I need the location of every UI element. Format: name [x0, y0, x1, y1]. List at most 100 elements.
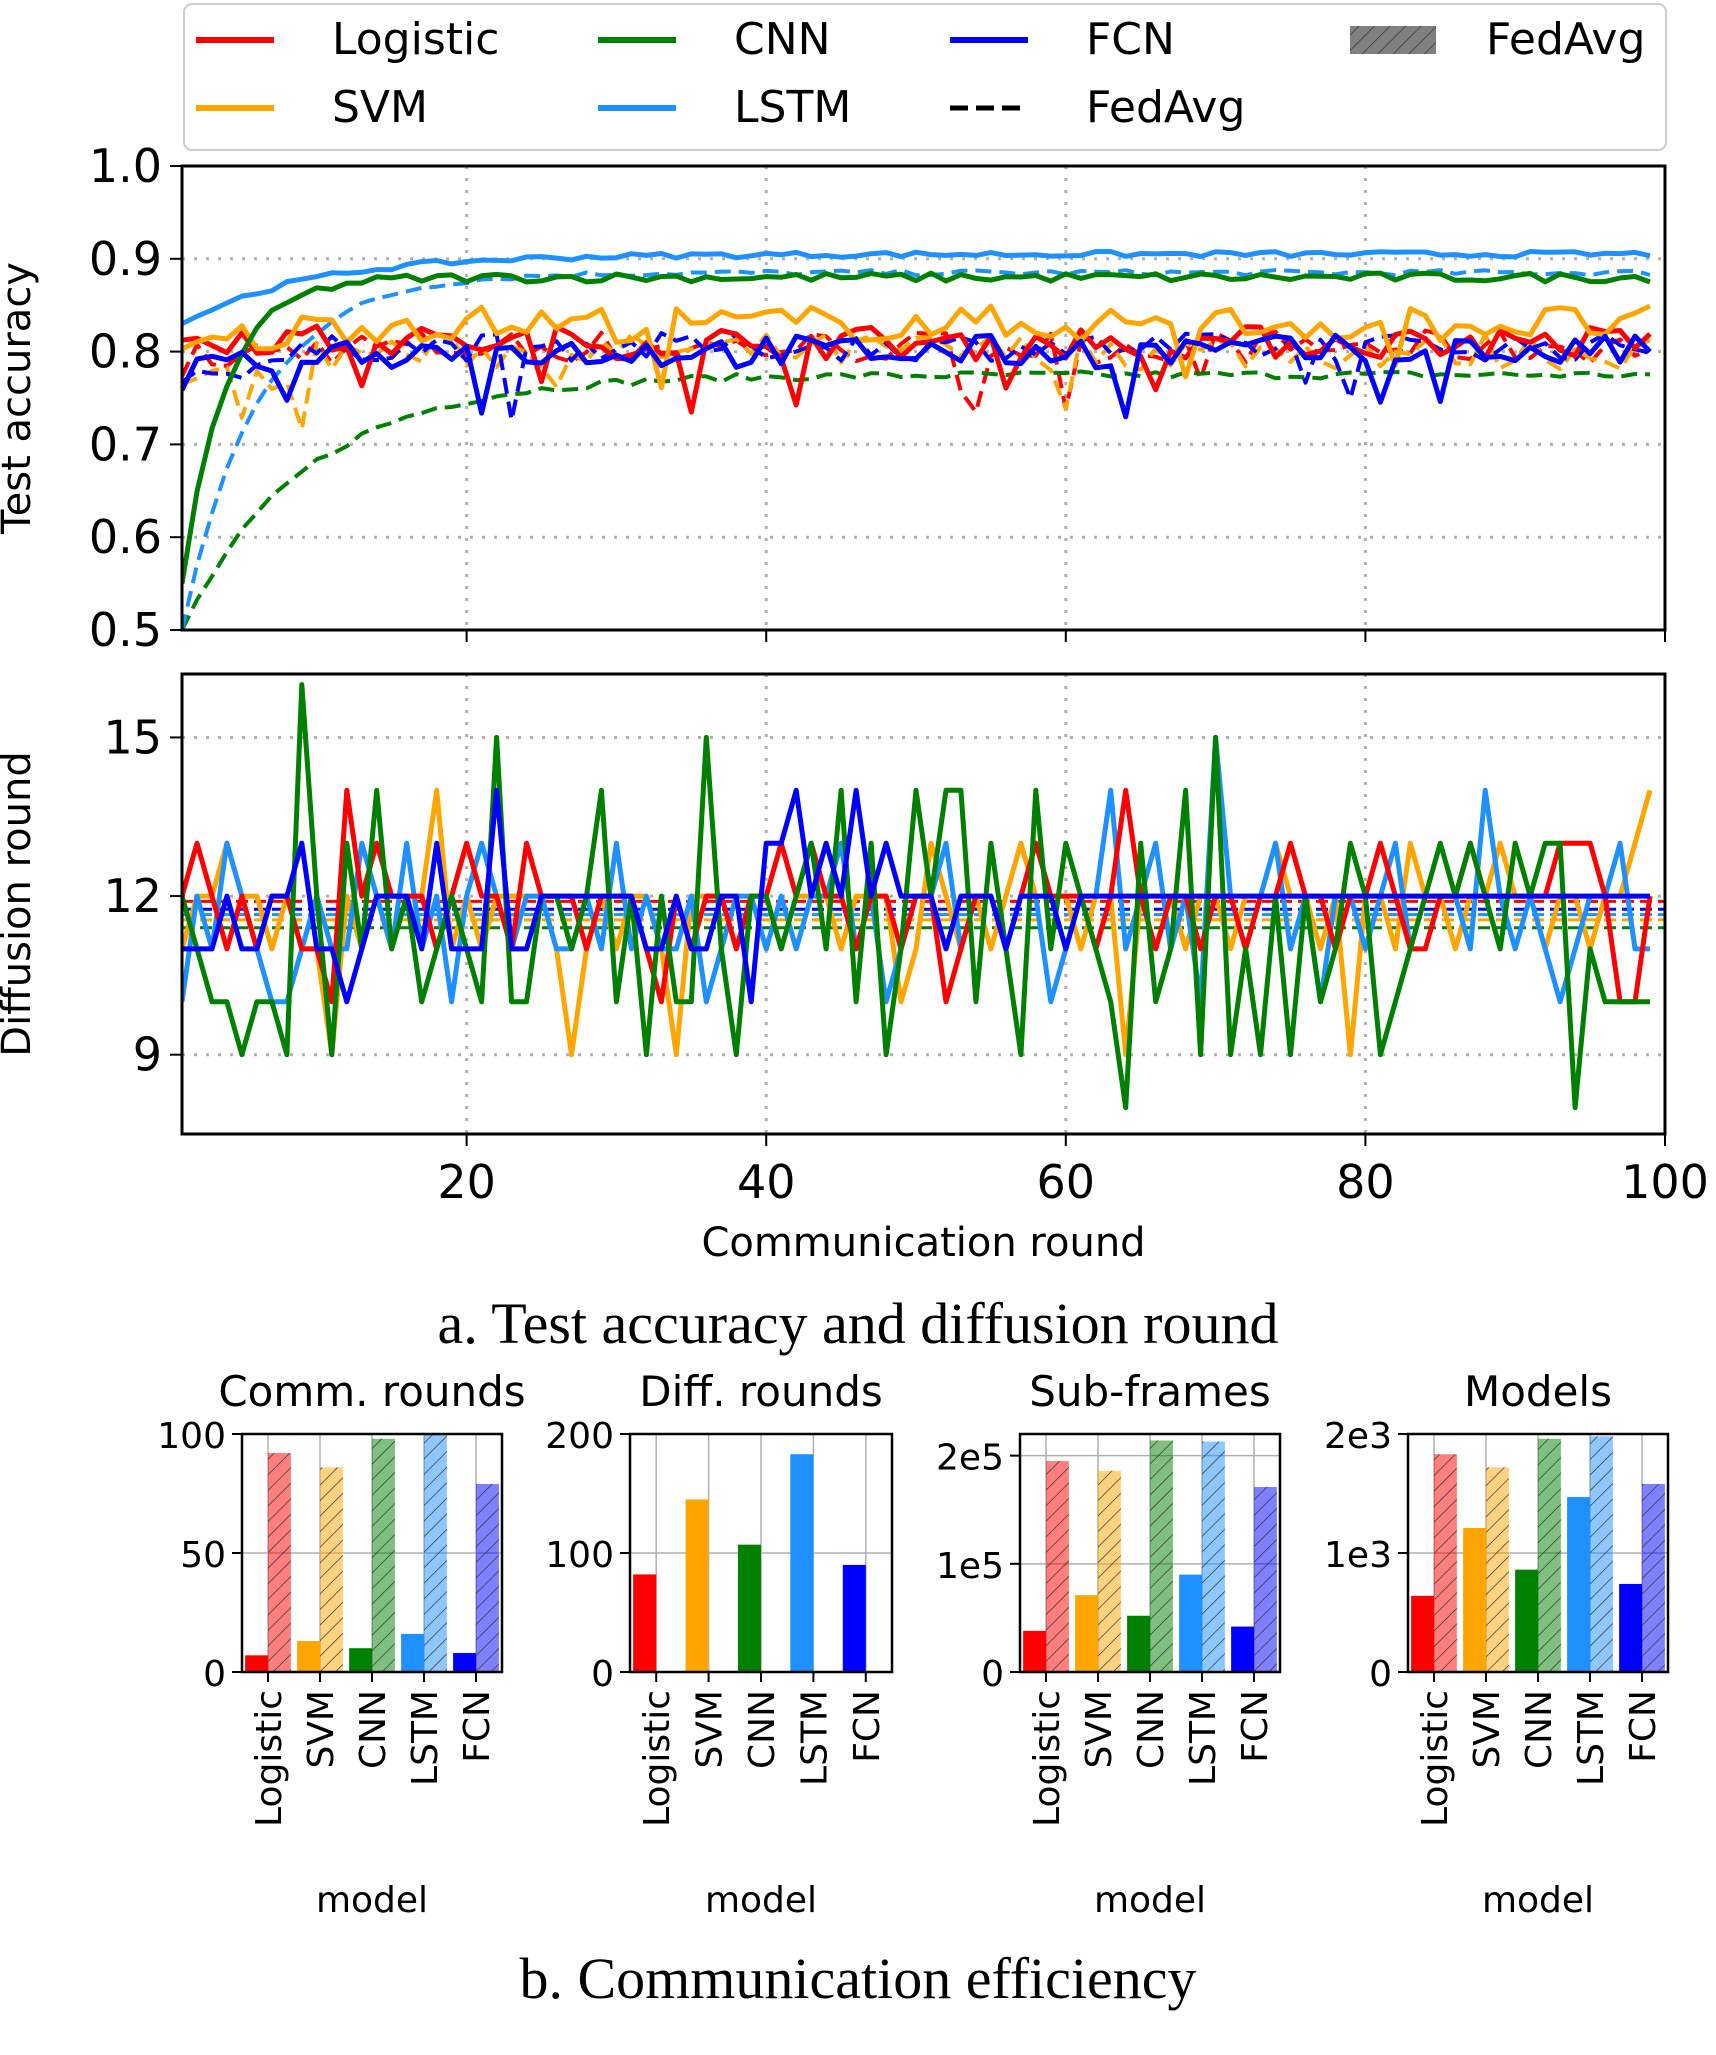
bar-xtick-label-fcn: FCN: [457, 1690, 498, 1763]
bar-fcn: [1619, 1583, 1642, 1672]
legend-logistic-line-label: Logistic: [332, 14, 499, 65]
ytick-label-5: 1.0: [89, 139, 162, 193]
bar-fedavg-hatch-cnn: [372, 1438, 395, 1672]
bar-fedavg-hatch-lstm: [1590, 1436, 1613, 1672]
bar-title: Comm. rounds: [218, 1367, 525, 1416]
bar-ytick-label-1: 100: [545, 1535, 614, 1576]
legend-fedavg-hatch-patch-patch-hatch: [1350, 26, 1436, 54]
bar-lstm: [1567, 1497, 1590, 1672]
bar-chart-diff-rounds: 0 100 200 Logistic SVM CNN LSTM FCN Diff. rounds…: [545, 1367, 894, 1921]
ytick-label-4: 0.9: [89, 232, 162, 286]
series-svm-dashed-line: [182, 332, 1651, 431]
bar-xtick-label-lstm: LSTM: [1571, 1690, 1612, 1786]
bar-ytick-label-1: 50: [180, 1535, 226, 1576]
xtick-label-3: 80: [1336, 1155, 1395, 1209]
bar-xtick-label-svm: SVM: [1467, 1690, 1508, 1769]
ylabel: Test accuracy: [0, 262, 40, 535]
bar-fedavg-hatch-svm: [1098, 1470, 1121, 1672]
bar-ytick-label-2: 200: [545, 1416, 614, 1457]
bar-svm: [1075, 1595, 1098, 1672]
bar-xtick-label-lstm: LSTM: [1183, 1690, 1224, 1786]
bar-fedavg-hatch-fcn: [1254, 1487, 1277, 1672]
bar-xtick-label-svm: SVM: [690, 1690, 731, 1769]
bar-ytick-label-0: 0: [981, 1654, 1004, 1695]
bar-ytick-label-0: 0: [203, 1654, 226, 1695]
ytick-label-1: 0.6: [89, 510, 162, 564]
bar-lstm: [401, 1633, 424, 1672]
ytick-label-1: 12: [103, 869, 162, 923]
ytick-label-0: 0.5: [89, 603, 162, 657]
bar-title: Sub-frames: [1029, 1367, 1271, 1416]
bar-fedavg-hatch-svm: [320, 1467, 343, 1672]
bar-fedavg-hatch-svm: [1486, 1467, 1509, 1672]
bar-title: Models: [1464, 1367, 1612, 1416]
bar-cnn: [1515, 1569, 1538, 1672]
bar-svm: [297, 1641, 320, 1672]
xtick-label-0: 20: [437, 1155, 496, 1209]
bar-fedavg-hatch-lstm: [1202, 1441, 1225, 1672]
bar-xtick-label-cnn: CNN: [742, 1690, 783, 1769]
bar-fedavg-hatch-lstm: [424, 1434, 447, 1672]
series-lstm-solid-line: [182, 249, 1651, 327]
series-group: [182, 682, 1665, 1111]
bar-fedavg-hatch-fcn: [476, 1483, 499, 1672]
bar-xtick-label-fcn: FCN: [1235, 1690, 1276, 1763]
xtick-label-1: 40: [737, 1155, 796, 1209]
bar-ytick-label-1: 1e5: [936, 1546, 1004, 1587]
bar-fedavg-hatch-logistic: [1434, 1454, 1457, 1672]
bar-logistic: [633, 1574, 657, 1672]
series-fcn-solid-line: [182, 787, 1650, 1005]
series-group: [182, 249, 1652, 630]
bar-xtick-label-lstm: LSTM: [405, 1690, 446, 1786]
bar-logistic: [245, 1655, 268, 1672]
bar-xlabel: model: [1482, 1880, 1594, 1921]
bar-xtick-label-cnn: CNN: [1519, 1690, 1560, 1769]
bar-logistic: [1023, 1630, 1046, 1672]
bar-xlabel: model: [1094, 1880, 1206, 1921]
bar-ytick-label-1: 1e3: [1324, 1535, 1392, 1576]
bar-xtick-label-svm: SVM: [1079, 1690, 1120, 1769]
bar-svm: [1463, 1528, 1486, 1672]
bar-xtick-label-logistic: Logistic: [637, 1690, 678, 1827]
xtick-label-2: 60: [1037, 1155, 1096, 1209]
ylabel: Diffusion round: [0, 751, 40, 1056]
bar-xtick-label-logistic: Logistic: [1415, 1690, 1456, 1827]
bar-ytick-label-0: 0: [591, 1654, 614, 1695]
legend: Logistic CNN FCN FedAvg SVM LSTM FedAvg: [183, 3, 1667, 151]
diffusion-round-plot: 9 12 15 20 40 60 80 100 Diffusion round Communica…: [0, 672, 1709, 1266]
series-cnn-dashed-line: [182, 369, 1651, 630]
communication-efficiency-bars: 0 50 100 Logistic SVM CNN LSTM FCN Comm. rounds m…: [157, 1367, 1670, 1921]
xlabel: Communication round: [701, 1220, 1145, 1266]
bar-cnn: [1127, 1615, 1150, 1672]
bar-lstm: [790, 1454, 814, 1672]
bar-cnn: [737, 1544, 761, 1672]
caption-b: b. Communication efficiency: [519, 1946, 1197, 2011]
legend-fcn-line-label: FCN: [1086, 14, 1175, 65]
bar-xlabel: model: [316, 1880, 428, 1921]
bar-ytick-label-2: 2e5: [936, 1438, 1004, 1479]
bar-xlabel: model: [705, 1880, 817, 1921]
legend-cnn-line-label: CNN: [734, 14, 831, 65]
bar-xtick-label-cnn: CNN: [1131, 1690, 1172, 1769]
bar-fcn: [842, 1564, 866, 1672]
bar-fcn: [1231, 1626, 1254, 1672]
bar-ytick-label-2: 2e3: [1324, 1416, 1392, 1457]
bar-svm: [685, 1499, 709, 1672]
bar-xtick-label-fcn: FCN: [847, 1690, 888, 1763]
bar-fcn: [453, 1652, 476, 1672]
xtick-label-4: 100: [1621, 1155, 1709, 1209]
ytick-label-2: 15: [103, 710, 162, 764]
figure: Logistic CNN FCN FedAvg SVM LSTM FedAvg 0.5 0.6…: [0, 3, 1709, 1921]
bar-chart-models: 0 1e3 2e3 Logistic SVM CNN LSTM FCN Models model: [1324, 1367, 1670, 1921]
bar-ytick-label-0: 0: [1369, 1654, 1392, 1695]
bar-title: Diff. rounds: [639, 1367, 882, 1416]
ytick-label-0: 9: [133, 1028, 162, 1082]
series-lstm-solid-line: [182, 734, 1650, 1005]
bar-xtick-label-fcn: FCN: [1623, 1690, 1664, 1763]
ytick-label-2: 0.7: [89, 417, 162, 471]
series-svm-solid-line: [182, 787, 1653, 1058]
bar-chart-comm-rounds: 0 50 100 Logistic SVM CNN LSTM FCN Comm. rounds m…: [157, 1367, 525, 1921]
ytick-label-3: 0.8: [89, 325, 162, 379]
bar-xtick-label-svm: SVM: [301, 1690, 342, 1769]
legend-fedavg-hatch-patch-label: FedAvg: [1486, 14, 1645, 65]
